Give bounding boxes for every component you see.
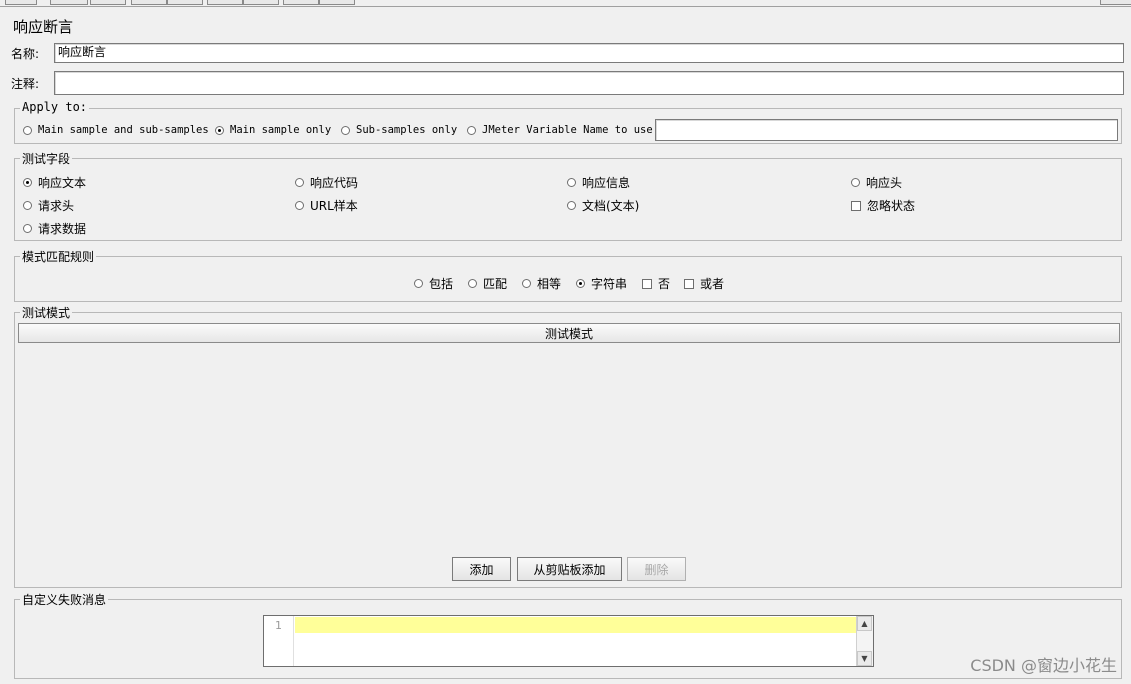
scroll-up-icon[interactable]: ▲ — [857, 616, 872, 631]
rule-or-checkbox[interactable]: 或者 — [684, 275, 724, 292]
watermark: CSDN @窗边小花生 — [970, 656, 1117, 675]
radio-circle — [851, 178, 860, 187]
name-label: 名称: — [11, 47, 40, 61]
radio-circle — [567, 178, 576, 187]
radio-circle — [23, 125, 32, 135]
toolbar-button[interactable] — [207, 0, 243, 5]
radio-circle — [23, 201, 32, 210]
line-number-gutter: 1 — [264, 616, 294, 666]
toolbar-button[interactable] — [243, 0, 279, 5]
patterns-group: 测试模式 测试模式 添加 从剪贴板添加 删除 — [14, 304, 1122, 588]
current-line-highlight — [295, 617, 857, 633]
name-input[interactable]: 响应断言 — [54, 43, 1124, 63]
radio-circle-selected — [215, 125, 224, 135]
rule-matches-radio[interactable]: 匹配 — [468, 275, 507, 292]
apply-jmeter-variable-radio[interactable]: JMeter Variable Name to use — [467, 124, 653, 136]
radio-circle — [468, 279, 477, 288]
apply-to-legend: Apply to: — [20, 100, 90, 114]
toolbar-button[interactable] — [50, 0, 88, 5]
radio-circle — [23, 224, 32, 233]
toolbar-button[interactable] — [90, 0, 126, 5]
test-field-legend: 测试字段 — [20, 150, 73, 167]
apply-main-and-sub-radio[interactable]: Main sample and sub-samples — [23, 124, 209, 136]
comment-input[interactable] — [54, 71, 1124, 95]
line-number: 1 — [275, 619, 282, 632]
radio-circle — [467, 125, 476, 135]
toolbar-strip — [0, 0, 1131, 7]
radio-circle — [295, 201, 304, 210]
field-response-code-radio[interactable]: 响应代码 — [295, 174, 358, 191]
checkbox-box — [642, 278, 652, 289]
patterns-table-body[interactable] — [18, 343, 1120, 553]
checkbox-box — [684, 278, 694, 289]
jmeter-variable-input[interactable] — [655, 119, 1118, 141]
toolbar-button[interactable] — [283, 0, 319, 5]
field-request-headers-radio[interactable]: 请求头 — [23, 197, 74, 214]
field-url-sampled-radio[interactable]: URL样本 — [295, 197, 358, 214]
radio-circle-selected — [576, 279, 585, 288]
field-response-headers-radio[interactable]: 响应头 — [851, 174, 902, 191]
failure-message-group: 自定义失败消息 1 ▲ ▼ — [14, 591, 1122, 679]
patterns-legend: 测试模式 — [20, 304, 73, 321]
test-field-group: 测试字段 响应文本 响应代码 响应信息 响应头 请求头 URL样本 文档(文本)… — [14, 150, 1122, 241]
toolbar-button[interactable] — [319, 0, 355, 5]
toolbar-button[interactable] — [167, 0, 203, 5]
toolbar-button[interactable] — [1100, 0, 1131, 5]
radio-circle — [414, 279, 423, 288]
ignore-status-checkbox[interactable]: 忽略状态 — [851, 197, 915, 214]
match-rules-group: 模式匹配规则 包括 匹配 相等 字符串 否 或者 — [14, 248, 1122, 302]
toolbar-button[interactable] — [131, 0, 167, 5]
failure-message-editor[interactable]: 1 ▲ ▼ — [263, 615, 874, 667]
add-from-clipboard-button[interactable]: 从剪贴板添加 — [517, 557, 622, 581]
radio-circle-selected — [23, 178, 32, 187]
rule-not-checkbox[interactable]: 否 — [642, 275, 670, 292]
field-document-text-radio[interactable]: 文档(文本) — [567, 197, 639, 214]
radio-circle — [522, 279, 531, 288]
match-rules-legend: 模式匹配规则 — [20, 248, 97, 265]
editor-scrollbar[interactable]: ▲ ▼ — [856, 616, 873, 666]
scroll-down-icon[interactable]: ▼ — [857, 651, 872, 666]
apply-main-only-radio[interactable]: Main sample only — [215, 124, 331, 136]
checkbox-box — [851, 200, 861, 211]
failure-message-legend: 自定义失败消息 — [20, 591, 109, 608]
field-response-message-radio[interactable]: 响应信息 — [567, 174, 630, 191]
apply-sub-only-radio[interactable]: Sub-samples only — [341, 124, 457, 136]
toolbar-button[interactable] — [5, 0, 37, 5]
field-request-data-radio[interactable]: 请求数据 — [23, 220, 86, 237]
radio-circle — [567, 201, 576, 210]
delete-button: 删除 — [627, 557, 686, 581]
add-button[interactable]: 添加 — [452, 557, 511, 581]
rule-substring-radio[interactable]: 字符串 — [576, 275, 627, 292]
page-title: 响应断言 — [13, 18, 74, 36]
apply-to-group: Apply to: Main sample and sub-samples Ma… — [14, 100, 1122, 144]
patterns-table-header[interactable]: 测试模式 — [18, 323, 1120, 343]
radio-circle — [295, 178, 304, 187]
rule-contains-radio[interactable]: 包括 — [414, 275, 453, 292]
radio-circle — [341, 125, 350, 135]
rule-equals-radio[interactable]: 相等 — [522, 275, 561, 292]
field-response-text-radio[interactable]: 响应文本 — [23, 174, 86, 191]
comment-label: 注释: — [11, 77, 40, 91]
